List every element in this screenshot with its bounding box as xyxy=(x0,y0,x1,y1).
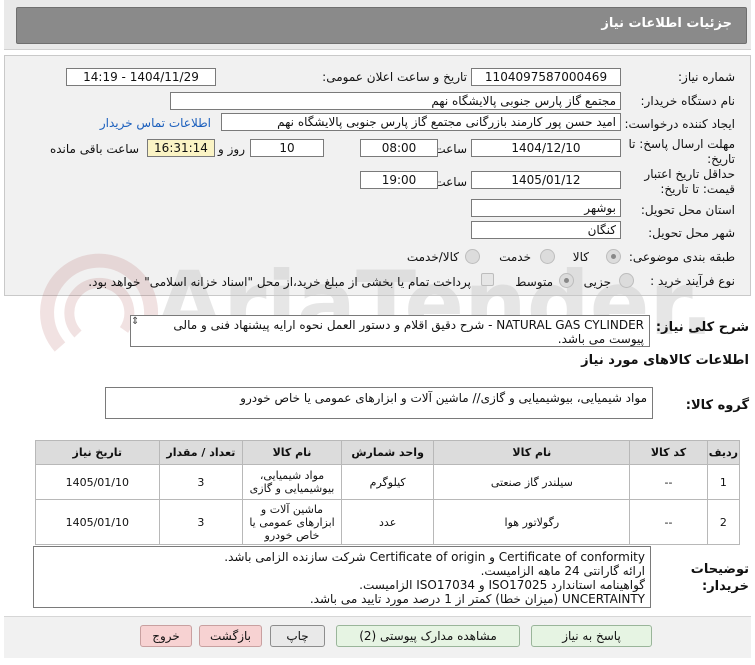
cell-code: -- xyxy=(629,499,708,545)
back-button[interactable]: بازگشت xyxy=(199,625,262,647)
deadline-time-label: ساعت xyxy=(434,142,467,156)
goods-group-field: مواد شیمیایی، بیوشیمیایی و گازی// ماشین … xyxy=(105,387,653,419)
summary-label: شرح کلی نیاز: xyxy=(655,320,749,335)
deadline-label: مهلت ارسال پاسخ: تا تاریخ: xyxy=(628,137,735,166)
validity-time-field: 19:00 xyxy=(360,171,438,189)
days-label: روز و xyxy=(218,142,245,156)
need-number-label: شماره نیاز: xyxy=(678,70,735,84)
buyer-notes-label: توضیحات خریدار: xyxy=(690,562,749,594)
notes-line: UNCERTAINTY (میزان خطا) کمتر از 1 درصد م… xyxy=(309,592,645,606)
col-group-header: نام کالا xyxy=(242,440,342,465)
cell-name: رگولاتور هوا xyxy=(433,499,631,545)
cell-unit: عدد xyxy=(340,499,435,545)
process-type-label: نوع فرآیند خرید : xyxy=(650,274,735,288)
page-title: جزئیات اطلاعات نیاز xyxy=(601,16,732,31)
deadline-time-field: 08:00 xyxy=(360,139,438,157)
announce-label: تاریخ و ساعت اعلان عمومی: xyxy=(322,70,467,84)
col-qty-header: تعداد / مقدار xyxy=(158,440,244,465)
category-option-goods-service: کالا/خدمت xyxy=(406,250,459,264)
city-field: کنگان xyxy=(471,221,621,239)
header-bar: جزئیات اطلاعات نیاز xyxy=(16,7,747,44)
validity-label: حداقل تاریخ اعتبار قیمت: تا تاریخ: xyxy=(644,167,735,196)
deadline-date-field: 1404/12/10 xyxy=(471,139,621,157)
buyer-org-field: مجتمع گاز پارس جنوبی پالایشگاه نهم xyxy=(170,92,621,110)
notes-line: گواهینامه استاندارد ISO17025 و ISO17034 … xyxy=(359,578,645,592)
reply-button[interactable]: پاسخ به نیاز xyxy=(531,625,652,647)
col-unit-header: واحد شمارش xyxy=(340,440,435,465)
summary-textarea: NATURAL GAS CYLINDER - شرح دقیق اقلام و … xyxy=(130,315,650,347)
table-row: 2 -- رگولاتور هوا عدد ماشین آلات و ابزار… xyxy=(35,499,741,545)
remaining-time-label: ساعت باقی مانده xyxy=(49,142,139,156)
announce-date-field: 1404/11/29 - 14:19 xyxy=(66,68,216,86)
remaining-time-field: 16:31:14 xyxy=(147,139,215,157)
treasury-payment-checkbox[interactable] xyxy=(481,273,494,286)
province-field: بوشهر xyxy=(471,199,621,217)
buyer-org-label: نام دستگاه خریدار: xyxy=(640,94,736,108)
process-option-medium: متوسط xyxy=(515,275,553,289)
print-button[interactable]: چاپ xyxy=(270,625,325,647)
items-table: ردیف کد کالا نام کالا واحد شمارش نام کال… xyxy=(35,440,741,545)
cell-date: 1405/01/10 xyxy=(35,499,160,545)
days-remaining-field: 10 xyxy=(250,139,324,157)
cell-name: سیلندر گاز صنعتی xyxy=(433,464,631,500)
process-radio-minor[interactable] xyxy=(619,273,634,288)
cell-index: 2 xyxy=(706,499,741,545)
header-background: جزئیات اطلاعات نیاز xyxy=(4,0,751,50)
exit-button[interactable]: خروج xyxy=(140,625,192,647)
process-radio-medium[interactable] xyxy=(559,273,574,288)
treasury-payment-note: پرداخت تمام یا بخشی از مبلغ خرید،از محل … xyxy=(88,275,471,289)
category-radio-service[interactable] xyxy=(540,249,555,264)
cell-unit: کیلوگرم xyxy=(340,464,435,500)
resize-arrows-icon: ⇕ xyxy=(131,316,140,327)
category-radio-goods-service[interactable] xyxy=(465,249,480,264)
col-index-header: ردیف xyxy=(706,440,741,465)
category-option-service: خدمت xyxy=(499,250,531,264)
cell-code: -- xyxy=(629,464,708,500)
goods-group-label: گروه کالا: xyxy=(685,398,749,413)
category-radio-goods[interactable] xyxy=(606,249,621,264)
view-attachments-button[interactable]: مشاهده مدارک پیوستی (2) xyxy=(336,625,520,647)
buyer-contact-link[interactable]: اطلاعات تماس خریدار xyxy=(100,116,211,130)
col-code-header: کد کالا xyxy=(629,440,708,465)
city-label: شهر محل تحویل: xyxy=(648,226,735,240)
cell-group: مواد شیمیایی، بیوشیمیایی و گازی xyxy=(242,464,342,500)
requester-label: ایجاد کننده درخواست: xyxy=(624,117,735,131)
cell-group: ماشین آلات و ابزارهای عمومی یا خاص خودرو xyxy=(242,499,342,545)
table-row: 1 -- سیلندر گاز صنعتی کیلوگرم مواد شیمیا… xyxy=(35,464,741,500)
validity-time-label: ساعت xyxy=(434,175,467,189)
notes-line: ارائه گارانتی 24 ماهه الزامیست. xyxy=(480,564,645,578)
col-name-header: نام کالا xyxy=(433,440,631,465)
province-label: استان محل تحویل: xyxy=(640,203,735,217)
need-number-field: 1104097587000469 xyxy=(471,68,621,86)
validity-date-field: 1405/01/12 xyxy=(471,171,621,189)
category-option-goods: کالا xyxy=(572,250,589,264)
cell-qty: 3 xyxy=(158,464,244,500)
buyer-notes-field: Certificate of conformity و Certificate … xyxy=(33,546,651,608)
notes-line: Certificate of conformity و Certificate … xyxy=(224,550,645,564)
cell-index: 1 xyxy=(706,464,741,500)
table-header-row: ردیف کد کالا نام کالا واحد شمارش نام کال… xyxy=(35,440,741,465)
process-option-minor: جزیی xyxy=(583,275,611,289)
category-label: طبقه بندی موضوعی: xyxy=(628,250,735,264)
goods-section-title: اطلاعات کالاهای مورد نیاز xyxy=(581,353,749,368)
cell-date: 1405/01/10 xyxy=(35,464,160,500)
col-date-header: تاریخ نیاز xyxy=(35,440,160,465)
requester-field: امید حسن پور کارمند بازرگانی مجتمع گاز پ… xyxy=(221,113,621,131)
cell-qty: 3 xyxy=(158,499,244,545)
